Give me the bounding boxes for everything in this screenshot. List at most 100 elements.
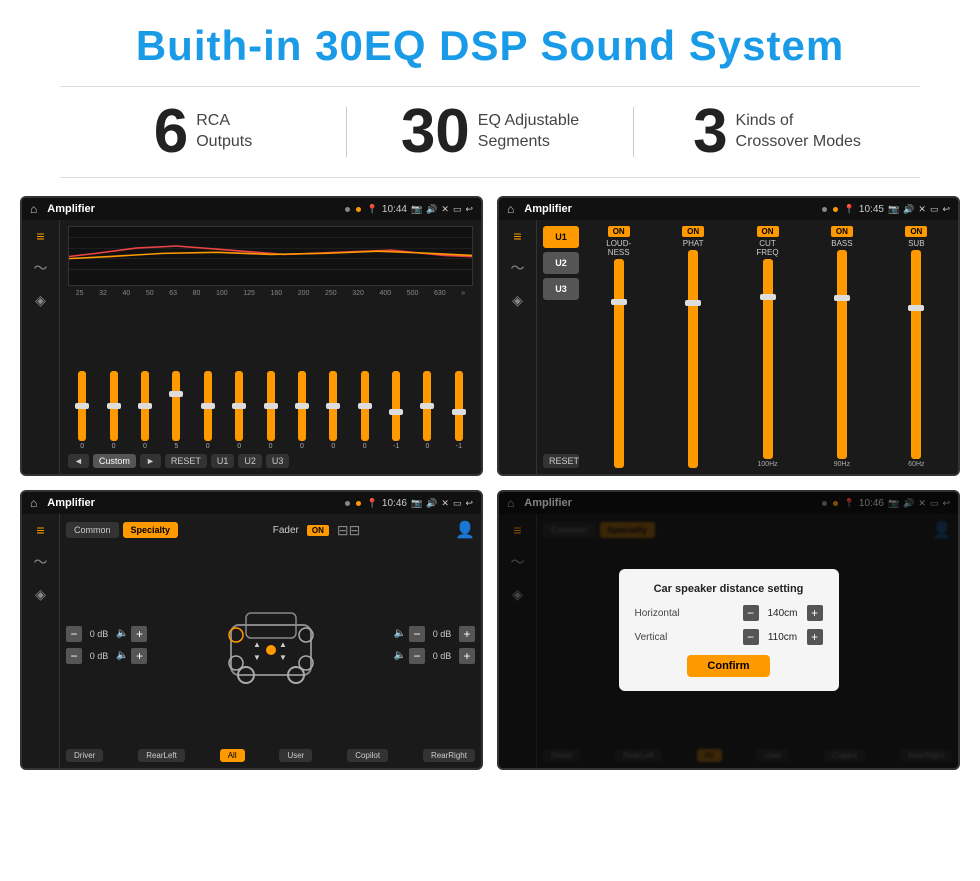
- freq-labels: 2532405063 80100125160200 25032040050063…: [68, 290, 473, 297]
- slider-7: 0: [256, 371, 284, 450]
- volume-icon-2: 🔊: [903, 204, 914, 215]
- horizontal-minus[interactable]: −: [743, 605, 759, 621]
- fader-sidebar-icon-1[interactable]: ≡: [36, 522, 44, 538]
- stat-text-crossover: Kinds ofCrossover Modes: [736, 111, 861, 153]
- speaker-icon-2: 🔈: [116, 650, 128, 661]
- horizontal-plus[interactable]: +: [807, 605, 823, 621]
- camera-icon: 📷: [411, 204, 422, 215]
- minus-btn-1[interactable]: −: [66, 626, 82, 642]
- eq-left-sidebar: ≡ 〜 ◈: [22, 220, 60, 474]
- specialty-button[interactable]: Specialty: [123, 522, 179, 538]
- plus-btn-1[interactable]: +: [131, 626, 147, 642]
- confirm-button[interactable]: Confirm: [687, 655, 769, 677]
- copilot-btn[interactable]: Copilot: [347, 749, 388, 762]
- prev-button[interactable]: ◄: [68, 454, 89, 468]
- reset-button[interactable]: RESET: [165, 454, 207, 468]
- crossover-sidebar-icon-3[interactable]: ◈: [512, 292, 523, 309]
- car-diagram: ▲ ▲ ▼ ▼: [153, 544, 387, 745]
- u1-button[interactable]: U1: [211, 454, 235, 468]
- left-db-controls: − 0 dB 🔈 + − 0 dB 🔈 +: [66, 544, 147, 745]
- minus-btn-2[interactable]: −: [66, 648, 82, 664]
- fader-sidebar-icon-2[interactable]: 〜: [34, 552, 48, 572]
- slider-10: 0: [351, 371, 379, 450]
- location-icon-2: 📍: [844, 204, 855, 215]
- eq-sidebar-icon-1[interactable]: ≡: [36, 228, 44, 244]
- slider-6: 0: [225, 371, 253, 450]
- u3-preset[interactable]: U3: [543, 278, 579, 300]
- vertical-plus[interactable]: +: [807, 629, 823, 645]
- svg-text:▼: ▼: [253, 653, 261, 662]
- stat-number-rca: 6: [154, 101, 188, 163]
- stats-row: 6 RCAOutputs 30 EQ AdjustableSegments 3 …: [60, 86, 920, 178]
- plus-btn-4[interactable]: +: [459, 648, 475, 664]
- status-icons-fader: 📍 10:46 📷 🔊 ✕ ▭ ↩: [367, 498, 473, 509]
- speaker-icon-3: 🔈: [394, 628, 406, 639]
- common-button[interactable]: Common: [66, 522, 119, 538]
- stat-text-eq: EQ AdjustableSegments: [478, 111, 579, 153]
- db-val-1: 0 dB: [85, 629, 113, 639]
- eq-time: 10:44: [382, 204, 407, 215]
- eq-main-area: 2532405063 80100125160200 25032040050063…: [60, 220, 481, 474]
- db-val-3: 0 dB: [428, 629, 456, 639]
- eq-app-name: Amplifier: [47, 203, 338, 215]
- driver-btn[interactable]: Driver: [66, 749, 103, 762]
- fader-on-badge: ON: [307, 525, 329, 536]
- stat-text-rca: RCAOutputs: [196, 111, 252, 153]
- eq-status-bar: ⌂ Amplifier 📍 10:44 📷 🔊 ✕ ▭ ↩: [22, 198, 481, 220]
- rearright-btn[interactable]: RearRight: [423, 749, 475, 762]
- crossover-sidebar-icon-1[interactable]: ≡: [513, 228, 521, 244]
- stat-eq: 30 EQ AdjustableSegments: [347, 101, 633, 163]
- eq-sidebar-icon-3[interactable]: ◈: [35, 292, 46, 309]
- slider-13: -1: [445, 371, 473, 450]
- slider-2: 0: [99, 371, 127, 450]
- u3-button[interactable]: U3: [266, 454, 290, 468]
- u2-button[interactable]: U2: [238, 454, 262, 468]
- user-btn[interactable]: User: [279, 749, 312, 762]
- play-button[interactable]: ►: [140, 454, 161, 468]
- crossover-status-bar: ⌂ Amplifier 📍 10:45 📷 🔊 ✕ ▭ ↩: [499, 198, 958, 220]
- home-icon-2: ⌂: [507, 202, 514, 216]
- fader-sliders-icon: ⊟⊟: [337, 522, 360, 539]
- all-btn[interactable]: All: [220, 749, 245, 762]
- vertical-minus[interactable]: −: [743, 629, 759, 645]
- x-icon-3: ✕: [441, 498, 449, 509]
- plus-btn-3[interactable]: +: [459, 626, 475, 642]
- speaker-icon-1: 🔈: [116, 628, 128, 639]
- slider-8: 0: [288, 371, 316, 450]
- battery-icon-3: ▭: [453, 498, 462, 509]
- eq-sidebar-icon-2[interactable]: 〜: [34, 258, 48, 278]
- screen-fader: ⌂ Amplifier 📍 10:46 📷 🔊 ✕ ▭ ↩ ≡ 〜 ◈: [20, 490, 483, 770]
- sub-channel: ON SUB 60Hz: [881, 226, 952, 468]
- horizontal-row: Horizontal − 140cm +: [635, 605, 823, 621]
- camera-icon-2: 📷: [888, 204, 899, 215]
- location-icon-3: 📍: [367, 498, 378, 509]
- stat-rca: 6 RCAOutputs: [60, 101, 346, 163]
- minus-btn-3[interactable]: −: [409, 626, 425, 642]
- minus-btn-4[interactable]: −: [409, 648, 425, 664]
- plus-btn-2[interactable]: +: [131, 648, 147, 664]
- fader-bottom-labels: Driver RearLeft All User Copilot RearRig…: [66, 749, 475, 762]
- dialog-overlay: Car speaker distance setting Horizontal …: [499, 492, 958, 768]
- screen-eq: ⌂ Amplifier 📍 10:44 📷 🔊 ✕ ▭ ↩ ≡ 〜 ◈: [20, 196, 483, 476]
- page-title: Buith-in 30EQ DSP Sound System: [0, 0, 980, 86]
- fader-top-bar: Common Specialty Fader ON ⊟⊟ 👤: [66, 520, 475, 540]
- horizontal-label: Horizontal: [635, 608, 737, 619]
- stat-number-crossover: 3: [693, 101, 727, 163]
- svg-text:▲: ▲: [253, 640, 261, 649]
- home-icon: ⌂: [30, 202, 37, 216]
- crossover-reset[interactable]: RESET: [543, 454, 579, 468]
- back-icon-3: ↩: [465, 498, 473, 509]
- eq-sliders: 0 0 0 5 0: [68, 301, 473, 450]
- db-control-4: 🔈 − 0 dB +: [394, 648, 475, 664]
- horizontal-value: − 140cm +: [743, 605, 823, 621]
- speaker-distance-dialog: Car speaker distance setting Horizontal …: [619, 569, 839, 691]
- crossover-sidebar-icon-2[interactable]: 〜: [511, 258, 525, 278]
- rearleft-btn[interactable]: RearLeft: [138, 749, 185, 762]
- u2-preset[interactable]: U2: [543, 252, 579, 274]
- fader-sidebar-icon-3[interactable]: ◈: [35, 586, 46, 603]
- stat-number-eq: 30: [401, 101, 470, 163]
- custom-button[interactable]: Custom: [93, 454, 136, 468]
- u1-preset[interactable]: U1: [543, 226, 579, 248]
- slider-3: 0: [131, 371, 159, 450]
- back-icon-2: ↩: [942, 204, 950, 215]
